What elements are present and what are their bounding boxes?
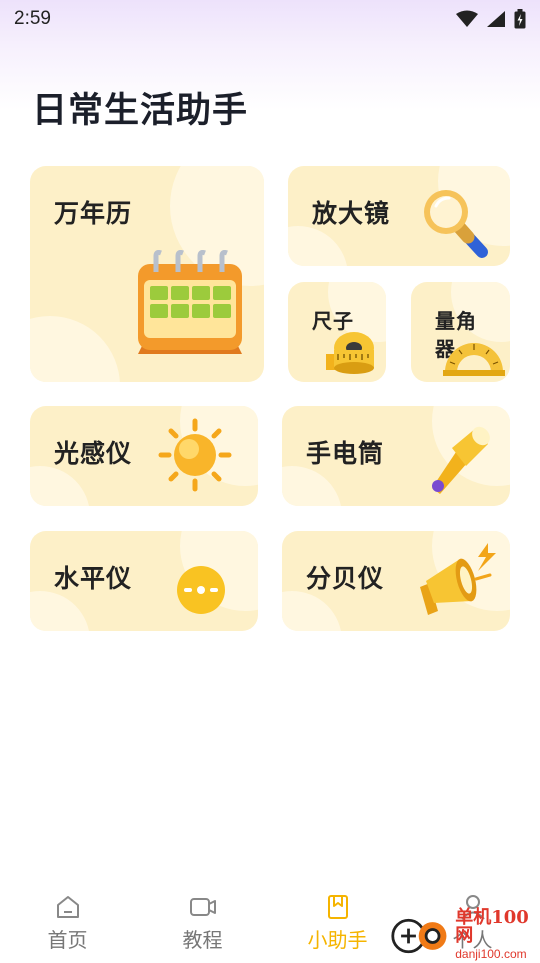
- status-time: 2:59: [14, 8, 51, 29]
- light-meter-card[interactable]: 光感仪: [30, 406, 258, 506]
- watermark-logo-icon: [391, 918, 447, 954]
- flashlight-icon: [432, 426, 490, 494]
- megaphone-icon: [420, 543, 496, 615]
- sun-icon: [158, 418, 232, 492]
- status-bar: 2:59: [0, 0, 540, 38]
- wifi-icon: [456, 10, 478, 27]
- calendar-label: 万年历: [54, 200, 133, 228]
- level-label: 水平仪: [54, 565, 133, 593]
- decibel-meter-label: 分贝仪: [306, 565, 385, 593]
- flashlight-card[interactable]: 手电筒: [282, 406, 510, 506]
- ruler-card[interactable]: 尺子: [288, 282, 386, 382]
- bookmark-icon: [327, 895, 348, 919]
- cellular-signal-icon: [487, 11, 505, 27]
- battery-icon: [514, 9, 526, 29]
- protractor-icon: [443, 343, 505, 376]
- level-card[interactable]: 水平仪: [30, 531, 258, 631]
- flashlight-label: 手电筒: [306, 440, 385, 468]
- calendar-icon: [138, 250, 242, 354]
- watermark-title: 单机100网: [455, 907, 529, 946]
- calendar-card[interactable]: 万年历: [30, 166, 264, 382]
- watermark: 单机100网 danji100.com: [390, 907, 540, 961]
- video-icon: [189, 898, 216, 916]
- nav-item-home[interactable]: 首页: [0, 880, 135, 960]
- nav-item-assistant[interactable]: 小助手: [270, 880, 405, 960]
- home-icon: [56, 896, 79, 918]
- decibel-meter-card[interactable]: 分贝仪: [282, 531, 510, 631]
- status-icons: [456, 9, 526, 29]
- nav-item-tutorial[interactable]: 教程: [135, 880, 270, 960]
- level-icon: [177, 566, 225, 614]
- magnifier-label: 放大镜: [312, 200, 391, 228]
- light-meter-label: 光感仪: [54, 440, 133, 468]
- page-title: 日常生活助手: [32, 91, 249, 130]
- nav-label-assistant: 小助手: [307, 930, 368, 952]
- watermark-url: danji100.com: [455, 947, 527, 961]
- nav-label-tutorial: 教程: [182, 930, 223, 952]
- magnifier-card[interactable]: 放大镜: [288, 166, 510, 266]
- magnifier-icon: [424, 190, 488, 258]
- nav-label-home: 首页: [47, 930, 88, 952]
- protractor-card[interactable]: 量角 器: [411, 282, 510, 382]
- tape-measure-icon: [326, 332, 374, 374]
